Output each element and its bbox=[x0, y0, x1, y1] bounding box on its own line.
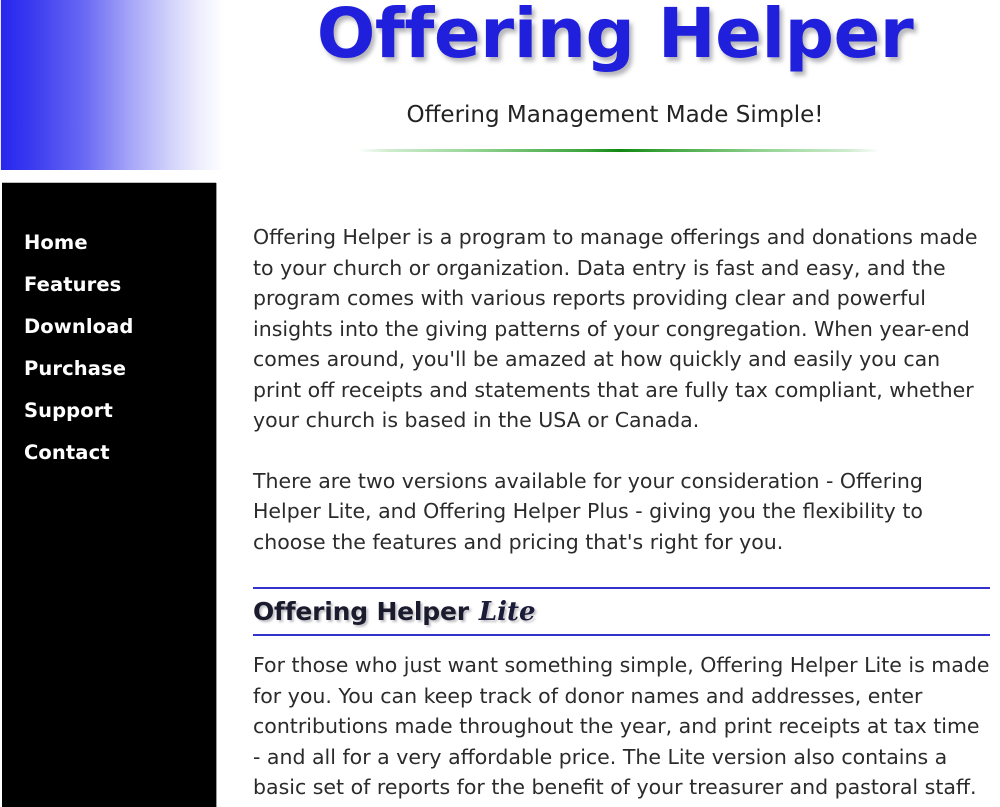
page-title: Offering Helper bbox=[316, 0, 914, 74]
sidebar-item-download-label[interactable]: Download bbox=[2, 315, 216, 338]
sidebar: Home Features Download Purchase Support … bbox=[2, 183, 216, 807]
sidebar-item-support-label[interactable]: Support bbox=[2, 399, 216, 422]
sidebar-item-purchase-label[interactable]: Purchase bbox=[2, 357, 216, 380]
site-tagline: Offering Management Made Simple! bbox=[406, 102, 824, 128]
sidebar-item-support[interactable]: Support bbox=[2, 399, 216, 422]
sidebar-item-download[interactable]: Download bbox=[2, 315, 216, 338]
intro-paragraph: Offering Helper is a program to manage o… bbox=[253, 225, 978, 432]
sidebar-item-contact-label[interactable]: Contact bbox=[2, 441, 216, 464]
sidebar-item-features-label[interactable]: Features bbox=[2, 273, 216, 296]
site-header: Offering Helper Offering Management Made… bbox=[230, 0, 1000, 172]
sidebar-item-home-label[interactable]: Home bbox=[2, 231, 216, 254]
section-heading-lite: Offering Helper Lite bbox=[253, 587, 990, 636]
sidebar-item-contact[interactable]: Contact bbox=[2, 441, 216, 464]
main-content: Offering Helper is a program to manage o… bbox=[253, 222, 990, 803]
page-root: Offering Helper Offering Management Made… bbox=[0, 0, 1000, 807]
versions-paragraph: There are two versions available for you… bbox=[253, 468, 923, 554]
lite-description-paragraph: For those who just want something simple… bbox=[253, 653, 990, 799]
sidebar-nav-list: Home Features Download Purchase Support … bbox=[2, 231, 216, 483]
sidebar-item-features[interactable]: Features bbox=[2, 273, 216, 296]
sidebar-item-home[interactable]: Home bbox=[2, 231, 216, 254]
section-heading-variant-text: Lite bbox=[478, 597, 536, 627]
section-heading-main-text: Offering Helper bbox=[253, 597, 469, 626]
sidebar-item-purchase[interactable]: Purchase bbox=[2, 357, 216, 380]
logo-gradient-banner bbox=[0, 0, 224, 170]
header-divider bbox=[358, 149, 880, 152]
